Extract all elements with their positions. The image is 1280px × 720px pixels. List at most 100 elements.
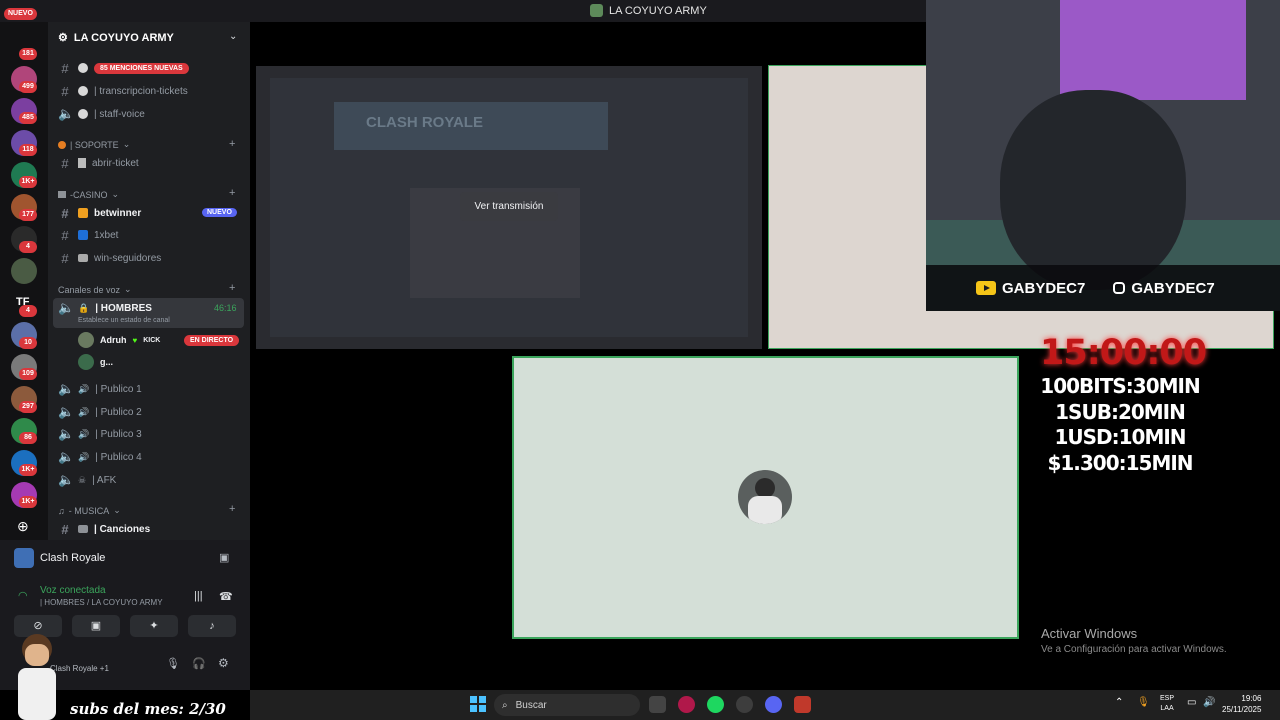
voice-channel-publico-4[interactable]: 🔈 🔊 | Publico 4 bbox=[58, 447, 142, 467]
add-channel-icon[interactable]: + bbox=[229, 503, 235, 515]
channel-abrir-ticket[interactable]: # abrir-ticket bbox=[58, 153, 138, 173]
windows-start-icon[interactable] bbox=[470, 696, 486, 712]
live-badge: EN DIRECTO bbox=[184, 335, 240, 346]
radio-icon bbox=[78, 525, 88, 533]
category-canales-de-voz[interactable]: Canales de voz ⌄ bbox=[58, 284, 132, 295]
voice-channel-path[interactable]: | HOMBRES / LA COYUYO ARMY bbox=[40, 598, 163, 607]
add-server-icon[interactable]: ⊕ bbox=[17, 518, 29, 535]
server-badge: 177 bbox=[19, 209, 37, 221]
channel-canciones[interactable]: # | Canciones bbox=[58, 519, 150, 539]
channel-win-seguidores[interactable]: # win-seguidores bbox=[58, 248, 161, 268]
taskbar-clock[interactable]: 19:06 25/11/2025 bbox=[1222, 693, 1261, 715]
music-note-icon: ♫ bbox=[58, 505, 65, 516]
nuevo-badge: NUEVO bbox=[4, 8, 37, 20]
voice-connected[interactable]: Voz conectada bbox=[40, 585, 106, 596]
speaker-icon: 🔈 bbox=[58, 300, 75, 315]
fireplace-image bbox=[1060, 0, 1246, 100]
server-badge: 1K+ bbox=[19, 496, 37, 508]
voice-channel-publico-2[interactable]: 🔈 🔊 | Publico 2 bbox=[58, 402, 142, 422]
hash-icon: # bbox=[61, 155, 69, 171]
voice-channel-publico-3[interactable]: 🔈 🔊 | Publico 3 bbox=[58, 424, 142, 444]
noise-suppression-icon[interactable]: ||| bbox=[194, 590, 203, 602]
server-badge: 485 bbox=[19, 112, 37, 124]
soundboard-button[interactable]: ♪ bbox=[188, 615, 236, 637]
volume-icon[interactable]: 🔊 bbox=[1203, 697, 1215, 708]
settings-gear-icon[interactable]: ⚙ bbox=[218, 656, 229, 670]
voice-user-2[interactable]: g... bbox=[78, 354, 113, 370]
add-channel-icon[interactable]: + bbox=[229, 187, 235, 199]
voice-user-adruh[interactable]: Adruh ♥ KICK bbox=[78, 332, 160, 348]
activities-button[interactable]: ✦ bbox=[130, 615, 178, 637]
speaker-icon: 🔈 bbox=[58, 472, 75, 487]
app-icon[interactable] bbox=[794, 696, 811, 713]
voice-channel-afk[interactable]: 🔈 ☠ | AFK bbox=[58, 470, 116, 490]
server-icon bbox=[590, 4, 603, 17]
add-channel-icon[interactable]: + bbox=[229, 138, 235, 150]
speaker-icon: 🔈 bbox=[58, 449, 75, 464]
server-badge: 86 bbox=[19, 432, 37, 444]
hash-icon: # bbox=[61, 83, 69, 99]
spotify-icon[interactable] bbox=[707, 696, 724, 713]
mentions-pill[interactable]: 85 MENCIONES NUEVAS bbox=[94, 62, 189, 74]
taskbar-search[interactable]: ⌕ Buscar bbox=[494, 694, 640, 716]
participant-avatar bbox=[738, 470, 792, 524]
channel-staff-voice[interactable]: 🔈 | staff-voice bbox=[58, 104, 145, 124]
server-badge: 4 bbox=[19, 241, 37, 253]
screen-share-icon[interactable]: ▣ bbox=[219, 551, 229, 564]
discord-icon[interactable] bbox=[765, 696, 782, 713]
window-title: LA COYUYO ARMY bbox=[590, 4, 707, 17]
channel-mentions[interactable]: # 85 MENCIONES NUEVAS bbox=[58, 58, 189, 78]
chevron-down-icon[interactable]: ⌄ bbox=[229, 31, 237, 42]
folder-icon bbox=[78, 254, 88, 262]
task-view-icon[interactable] bbox=[649, 696, 666, 713]
chrome-icon[interactable] bbox=[736, 696, 753, 713]
category-casino[interactable]: -CASINO ⌄ bbox=[58, 189, 119, 200]
microphone-icon[interactable]: 🎙 bbox=[1137, 697, 1150, 708]
channel-emoji-icon bbox=[78, 109, 88, 119]
youtube-icon bbox=[976, 281, 996, 295]
network-icon[interactable]: ▭ bbox=[1187, 697, 1196, 708]
channel-emoji-icon bbox=[78, 86, 88, 96]
speaker-icon: 🔈 bbox=[58, 381, 75, 396]
microphone-icon[interactable]: 🎙 bbox=[166, 657, 180, 670]
channel-1xbet[interactable]: # 1xbet bbox=[58, 225, 118, 245]
voice-channel-hombres[interactable]: 🔈 🔒 | HOMBRES bbox=[58, 298, 152, 318]
rate-line: $1.300:15MIN bbox=[1047, 451, 1193, 475]
hash-icon: # bbox=[61, 60, 69, 76]
category-musica[interactable]: ♫ - MUSICA ⌄ bbox=[58, 505, 121, 516]
blue-square-icon bbox=[78, 230, 88, 240]
language-indicator[interactable]: ESP LAA bbox=[1160, 694, 1174, 714]
hash-icon: # bbox=[61, 227, 69, 243]
subathon-timer: 15:00:00 bbox=[1040, 333, 1207, 373]
skull-icon: ☠ bbox=[78, 474, 87, 485]
voice-timer: 46:16 bbox=[214, 303, 237, 313]
server-badge: 499 bbox=[19, 81, 37, 93]
chevron-up-icon[interactable]: ⌃ bbox=[1115, 697, 1123, 708]
channel-transcripcion-tickets[interactable]: # | transcripcion-tickets bbox=[58, 81, 187, 101]
chevron-down-icon: ⌄ bbox=[113, 505, 121, 515]
category-soporte[interactable]: | SOPORTE ⌄ bbox=[58, 139, 130, 150]
server-badge: 10 bbox=[19, 337, 37, 349]
channel-betwinner[interactable]: # betwinner bbox=[58, 203, 141, 223]
add-channel-icon[interactable]: + bbox=[229, 282, 235, 294]
speaker-icon: 🔈 bbox=[58, 106, 75, 121]
voice-channel-publico-1[interactable]: 🔈 🔊 | Publico 1 bbox=[58, 379, 142, 399]
server-badge: 118 bbox=[19, 144, 37, 156]
instagram-handle: GABYDEC7 bbox=[1113, 280, 1215, 297]
server-badge: 1K+ bbox=[19, 176, 37, 188]
chevron-down-icon: ⌄ bbox=[124, 284, 132, 294]
server-badge: 181 bbox=[19, 48, 37, 60]
watch-stream-button[interactable]: Ver transmisión bbox=[460, 192, 558, 221]
disconnect-icon[interactable]: ☎ bbox=[219, 590, 233, 603]
social-bar: GABYDEC7 GABYDEC7 bbox=[926, 265, 1280, 311]
server-header[interactable]: ⚙ LA COYUYO ARMY bbox=[58, 31, 174, 45]
server-badge: 109 bbox=[19, 368, 37, 380]
headphones-icon[interactable]: 🎧 bbox=[192, 657, 206, 670]
screen-share-button[interactable]: ▣ bbox=[72, 615, 120, 637]
windows-activation-watermark: Activar Windows Ve a Configuración para … bbox=[1041, 626, 1227, 655]
speaker-icon: 🔊 bbox=[78, 406, 90, 417]
opera-icon[interactable] bbox=[678, 696, 695, 713]
mascot-character-image bbox=[14, 634, 60, 720]
channel-status[interactable]: Establece un estado de canal bbox=[78, 317, 170, 324]
server-icon-7[interactable] bbox=[11, 258, 37, 284]
